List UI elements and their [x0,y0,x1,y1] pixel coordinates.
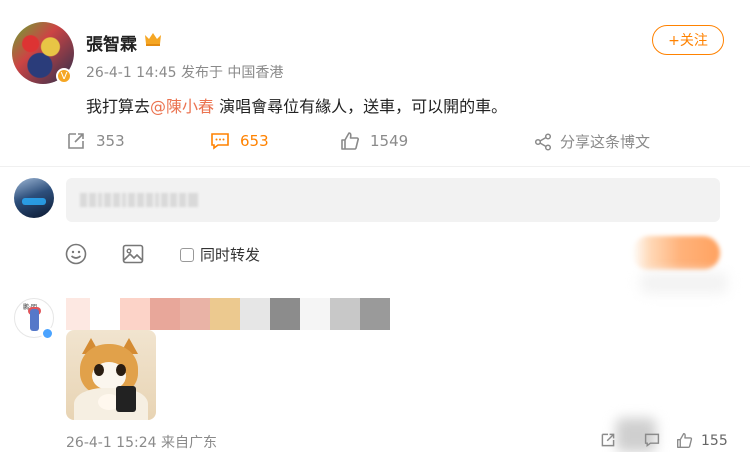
repost-icon [601,433,615,447]
repost-icon [68,133,84,149]
comment-count: 653 [240,132,269,150]
follow-button[interactable]: +关注 [652,25,724,55]
like-count: 1549 [370,132,409,150]
content-text-before: 我打算去 [86,97,151,116]
repost-also-checkbox[interactable]: 同时转发 [180,244,260,265]
repost-button[interactable]: 353 [66,131,125,151]
repost-also-label: 同时转发 [200,246,261,264]
comment-icon [211,133,229,150]
verified-badge-icon: V [56,68,72,84]
reply-comment-button[interactable] [644,432,660,448]
repost-count: 353 [96,132,125,150]
share-button[interactable]: 分享这条博文 [534,131,650,152]
reply-like-button[interactable]: 155 [676,432,728,449]
checkbox[interactable] [180,247,194,262]
post-meta: 26-4-1 14:45 发布于 中国香港 [86,65,284,81]
vip-crown-icon [145,33,161,46]
blurred-area [640,272,728,294]
divider [0,166,750,167]
comment-button[interactable]: 653 [210,131,269,151]
pixelated-reply-text [66,298,390,330]
reply-verified-icon [41,327,54,340]
current-user-avatar[interactable] [14,178,54,218]
emoji-icon[interactable] [64,242,88,266]
like-icon [677,433,693,448]
image-icon[interactable] [121,242,145,266]
like-button[interactable]: 1549 [340,131,408,151]
reply-meta: 26-4-1 15:24 来自广东 [66,435,217,451]
reply-like-count: 155 [701,432,728,449]
comment-input[interactable] [66,178,720,222]
reply-repost-button[interactable] [600,432,616,448]
content-text-after: 演唱會尋位有緣人，送車，可以開的車。 [214,97,508,116]
send-button[interactable] [632,236,720,270]
comment-icon [644,433,660,448]
share-label: 分享这条博文 [560,133,651,151]
share-icon [534,132,552,151]
mention-link[interactable]: @陳小春 [150,97,214,116]
like-icon [341,132,359,150]
post-content: 我打算去@陳小春 演唱會尋位有緣人，送車，可以開的車。 [86,93,507,117]
cat-sticker-image[interactable] [66,330,156,420]
author-name[interactable]: 張智霖 [86,30,137,55]
blurred-draft-text [80,193,198,207]
